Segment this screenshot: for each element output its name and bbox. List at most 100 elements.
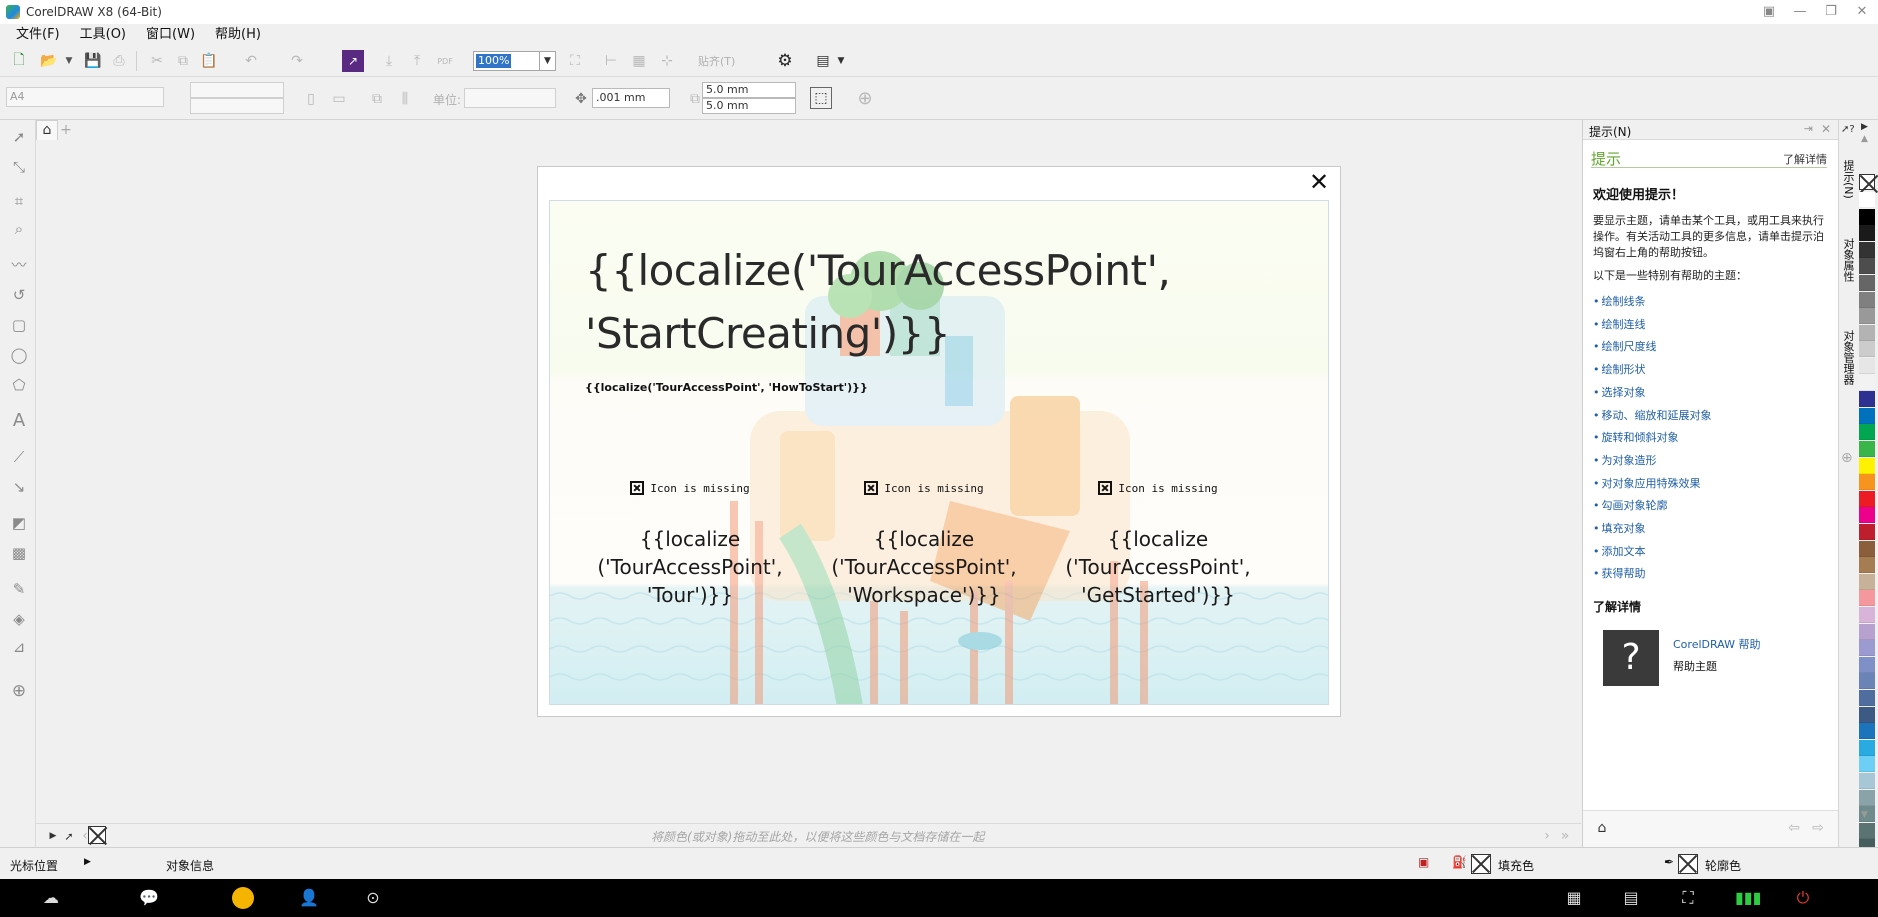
chat-icon[interactable]: 💬: [138, 888, 160, 908]
interactive-fill-icon[interactable]: ◈: [8, 608, 30, 630]
color-swatch[interactable]: [1859, 573, 1875, 590]
menu-window[interactable]: 窗口(W): [136, 24, 205, 45]
add-icon[interactable]: ⊕: [854, 87, 876, 109]
chevron-down-icon[interactable]: ▼: [539, 52, 555, 70]
color-swatch[interactable]: [1859, 822, 1875, 839]
open-icon[interactable]: 📂: [38, 50, 60, 72]
color-swatch[interactable]: [1859, 756, 1875, 773]
battery-icon[interactable]: ▮▮▮: [1735, 888, 1761, 908]
outline-pen-icon[interactable]: ✒: [1664, 855, 1674, 869]
forward-icon[interactable]: ⇨: [1807, 817, 1829, 839]
color-swatch[interactable]: [1859, 640, 1875, 657]
snap-to-dropdown[interactable]: 贴齐(T): [698, 53, 735, 69]
close-icon[interactable]: ✕: [1308, 169, 1330, 195]
color-swatch[interactable]: [1859, 739, 1875, 756]
rulers-icon[interactable]: ⊢: [600, 50, 622, 72]
hint-topic-link[interactable]: • 勾画对象轮廓: [1593, 495, 1825, 518]
color-swatch[interactable]: [1859, 407, 1875, 424]
help-link[interactable]: CorelDRAW 帮助: [1673, 636, 1760, 652]
polygon-tool-icon[interactable]: ⬠: [8, 374, 30, 396]
palette-scroll-down-icon[interactable]: ▼: [1861, 810, 1868, 820]
color-swatch[interactable]: [1859, 192, 1875, 208]
eyedropper-icon[interactable]: ✎: [8, 578, 30, 600]
nudge-distance-field[interactable]: .001 mm: [592, 88, 670, 108]
dimension-tool-icon[interactable]: ⟋: [8, 446, 30, 468]
restore-icon[interactable]: ❐: [1818, 2, 1844, 22]
add-docker-icon[interactable]: ⊕: [1841, 450, 1853, 466]
page-width-field[interactable]: [190, 82, 284, 98]
color-swatch[interactable]: [1859, 324, 1875, 341]
color-swatch[interactable]: [1859, 590, 1875, 607]
tab-hints[interactable]: 提示(N): [1840, 160, 1856, 199]
fill-bucket-icon[interactable]: ⛽: [1452, 855, 1467, 869]
cursor-expand-icon[interactable]: ▶: [84, 857, 91, 867]
all-pages-icon[interactable]: ⧉: [366, 88, 388, 110]
status-dot-icon[interactable]: [232, 887, 254, 909]
color-swatch[interactable]: [1859, 424, 1875, 441]
color-swatch[interactable]: [1859, 706, 1875, 723]
color-swatch[interactable]: [1859, 557, 1875, 574]
menu-file[interactable]: 文件(F): [6, 24, 70, 45]
paste-icon[interactable]: 📋: [198, 50, 220, 72]
color-swatch[interactable]: [1859, 358, 1875, 374]
color-swatch[interactable]: [1859, 723, 1875, 740]
collapse-icon[interactable]: ⇥: [1804, 122, 1813, 135]
hint-topic-link[interactable]: • 绘制线条: [1593, 291, 1825, 314]
smart-fill-icon[interactable]: ⊿: [8, 636, 30, 658]
hint-topic-link[interactable]: • 填充对象: [1593, 518, 1825, 541]
hint-topic-link[interactable]: • 旋转和倾斜对象: [1593, 427, 1825, 450]
new-document-icon[interactable]: 🗋: [8, 50, 30, 72]
account-icon[interactable]: ▣: [1756, 2, 1782, 22]
full-screen-preview-icon[interactable]: ⛶: [564, 50, 586, 72]
color-swatch[interactable]: [1859, 507, 1875, 524]
text-tool-icon[interactable]: A: [8, 410, 30, 432]
back-icon[interactable]: ⇦: [1783, 817, 1805, 839]
rectangle-tool-icon[interactable]: ▢: [8, 314, 30, 336]
color-swatch[interactable]: [1859, 524, 1875, 540]
learn-more-link[interactable]: 了解详情: [1783, 151, 1827, 167]
undo-icon[interactable]: ↶: [240, 50, 262, 72]
tour-card-tour[interactable]: Icon is missing {{localize ('TourAccessP…: [580, 481, 800, 609]
color-swatch[interactable]: [1859, 623, 1875, 640]
power-icon[interactable]: ⏻: [1792, 888, 1814, 908]
transparency-icon[interactable]: ▩: [8, 542, 30, 564]
outline-color-swatch[interactable]: [1678, 854, 1698, 874]
color-swatch[interactable]: [1859, 474, 1875, 491]
shape-tool-icon[interactable]: ⤡: [8, 156, 30, 178]
freehand-tool-icon[interactable]: 〰: [8, 254, 30, 276]
home-tab-icon[interactable]: ⌂: [36, 120, 58, 140]
grid-icon[interactable]: ▦: [628, 50, 650, 72]
copy-icon[interactable]: ⧉: [172, 50, 194, 72]
no-color-swatch[interactable]: [88, 826, 106, 844]
page-size-combo[interactable]: A4: [6, 87, 164, 107]
units-combo[interactable]: [464, 88, 556, 108]
hint-topic-link[interactable]: • 绘制形状: [1593, 359, 1825, 382]
drop-shadow-icon[interactable]: ◩: [8, 512, 30, 534]
tour-card-get-started[interactable]: Icon is missing {{localize ('TourAccessP…: [1048, 481, 1268, 609]
color-swatch[interactable]: [1859, 225, 1875, 242]
color-swatch[interactable]: [1859, 490, 1875, 507]
hint-topic-link[interactable]: • 为对象造形: [1593, 450, 1825, 473]
color-swatch[interactable]: [1859, 308, 1875, 325]
close-window-icon[interactable]: ✕: [1849, 2, 1875, 22]
add-tool-icon[interactable]: ⊕: [8, 680, 30, 702]
color-swatch[interactable]: [1859, 275, 1875, 291]
hint-topic-link[interactable]: • 移动、缩放和延展对象: [1593, 405, 1825, 428]
scroll-end-icon[interactable]: »: [1554, 825, 1576, 847]
import-icon[interactable]: ⤓: [378, 50, 400, 72]
tour-card-workspace[interactable]: Icon is missing {{localize ('TourAccessP…: [814, 481, 1034, 609]
tab-object-properties[interactable]: 对象属性: [1840, 238, 1856, 282]
color-swatch[interactable]: [1859, 457, 1875, 474]
help-icon[interactable]: ?: [1603, 630, 1659, 686]
color-swatch[interactable]: [1859, 441, 1875, 457]
portrait-icon[interactable]: ▯: [300, 88, 322, 110]
pick-tool-icon[interactable]: ➚: [8, 126, 30, 148]
color-swatch[interactable]: [1859, 690, 1875, 706]
menu-tools[interactable]: 工具(O): [70, 24, 136, 45]
export-icon[interactable]: ⤒: [406, 50, 428, 72]
color-swatch[interactable]: [1859, 656, 1875, 673]
fullscreen-icon[interactable]: ⛶: [1677, 888, 1699, 908]
hint-topic-link[interactable]: • 对对象应用特殊效果: [1593, 473, 1825, 496]
zoom-level-combo[interactable]: 100% ▼: [473, 51, 556, 71]
color-swatch[interactable]: [1859, 374, 1875, 391]
